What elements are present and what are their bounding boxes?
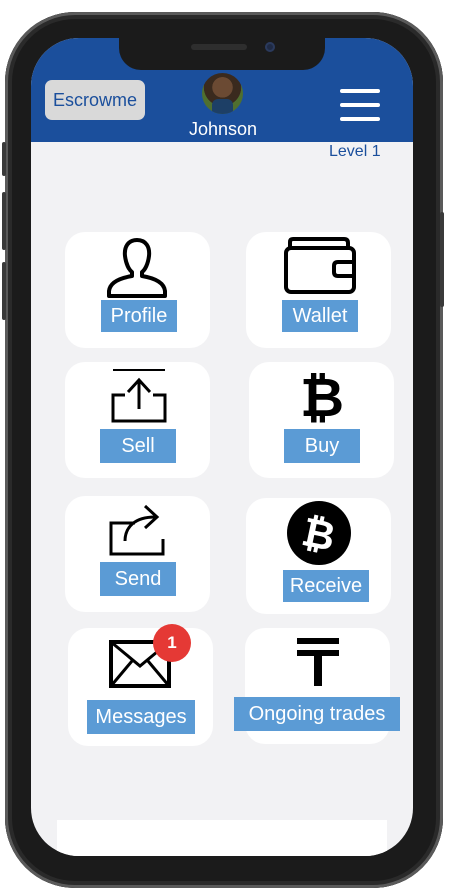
messages-badge: 1 xyxy=(153,624,191,662)
sell-tile[interactable]: Sell xyxy=(65,362,210,478)
avatar-shirt xyxy=(212,99,233,114)
user-level: Level 1 xyxy=(329,143,381,160)
messages-label: Messages xyxy=(87,700,195,734)
avatar[interactable] xyxy=(202,73,243,114)
notch xyxy=(119,38,325,70)
bitcoin-icon: ₿ xyxy=(300,366,344,424)
receive-tile[interactable]: ₿ Receive xyxy=(246,498,391,614)
phone-power-button xyxy=(440,212,444,307)
phone-side-button xyxy=(2,142,6,176)
upload-icon xyxy=(111,369,167,423)
profile-tile[interactable]: Profile xyxy=(65,232,210,348)
receive-label: Receive xyxy=(283,570,369,602)
menu-bar xyxy=(340,117,380,121)
user-icon xyxy=(107,238,167,298)
bitcoin-circle-icon: ₿ xyxy=(287,501,351,565)
wallet-label: Wallet xyxy=(282,300,358,332)
wallet-tile[interactable]: Wallet xyxy=(246,232,391,348)
ongoing-trades-tile[interactable]: Ongoing trades xyxy=(234,628,400,744)
sell-label: Sell xyxy=(100,429,176,463)
hamburger-menu-button[interactable] xyxy=(340,87,382,123)
brand-button[interactable]: Escrowme xyxy=(45,80,145,120)
menu-bar xyxy=(340,89,380,93)
wallet-icon xyxy=(284,237,356,294)
buy-tile[interactable]: ₿ Buy xyxy=(249,362,394,478)
send-label: Send xyxy=(100,562,176,596)
app-screen: Escrowme Johnson Level 1 Profile Wallet xyxy=(31,38,413,856)
menu-bar xyxy=(340,103,380,107)
share-icon xyxy=(109,504,165,556)
app-header: Escrowme Johnson xyxy=(31,38,413,142)
buy-label: Buy xyxy=(284,429,360,463)
messages-tile[interactable]: 1 Messages xyxy=(68,624,213,746)
profile-label: Profile xyxy=(101,300,177,332)
send-tile[interactable]: Send xyxy=(65,496,210,612)
svg-text:₿: ₿ xyxy=(300,366,344,424)
speaker xyxy=(191,44,247,50)
front-camera xyxy=(265,42,275,52)
bottom-bar xyxy=(57,820,387,856)
user-name: Johnson xyxy=(188,119,258,139)
phone-volume-up xyxy=(2,192,6,250)
phone-volume-down xyxy=(2,262,6,320)
tenge-icon xyxy=(297,638,339,686)
ongoing-trades-label: Ongoing trades xyxy=(234,697,400,731)
